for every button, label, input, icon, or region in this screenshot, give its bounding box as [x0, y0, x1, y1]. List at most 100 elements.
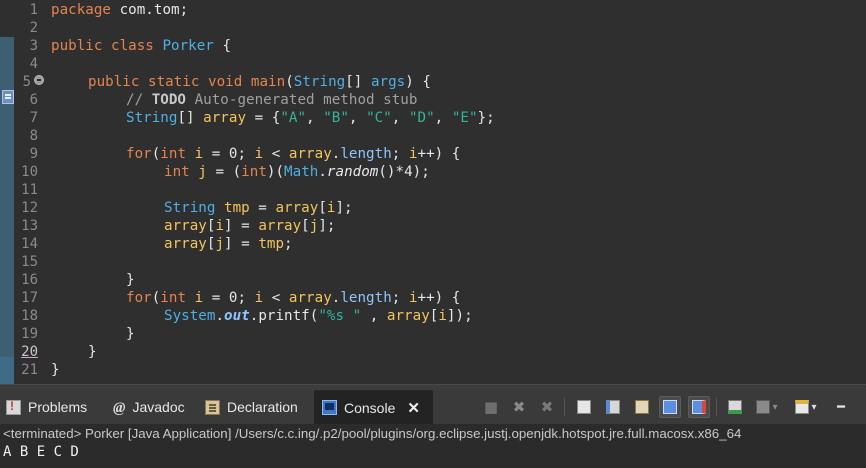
variable: array [288, 290, 332, 306]
clear-console-icon [577, 400, 591, 414]
bottom-panel-tabbar: Problems @ Javadoc Declaration Console ✕… [0, 390, 866, 424]
code-token: ( [285, 74, 294, 90]
code-token: , [391, 110, 409, 126]
tab-problems[interactable]: Problems [6, 390, 87, 424]
keyword: void [208, 74, 243, 90]
code-token: ]); [446, 308, 473, 324]
close-icon[interactable]: ✕ [407, 399, 420, 417]
tab-label: Declaration [227, 399, 298, 415]
remove-launch-button[interactable]: ✖ [508, 396, 530, 418]
pin-console-button[interactable] [724, 396, 746, 418]
tab-label: Console [344, 399, 396, 416]
display-console-icon [756, 400, 771, 414]
code-token: < [263, 146, 289, 162]
code-token: ( [151, 290, 161, 306]
variable: i [194, 146, 204, 162]
string-literal: "A" [280, 110, 307, 126]
variable: i [194, 290, 204, 306]
line-number: 11 [21, 182, 38, 198]
code-token: } [126, 326, 135, 342]
comment: // [126, 92, 152, 108]
keyword: class [111, 38, 154, 54]
parameter-name: args [370, 74, 406, 90]
remove-all-terminated-button[interactable]: ✖ [536, 396, 558, 418]
code-token: , [434, 110, 452, 126]
line-number: 9 [29, 146, 38, 162]
variable: i [408, 290, 418, 306]
line-number: 1 [29, 2, 38, 18]
string-literal: "D" [408, 110, 435, 126]
code-token: ]; [335, 200, 353, 216]
show-on-stderr-button[interactable] [688, 396, 710, 418]
line-number: 8 [29, 128, 38, 144]
line-number: 15 [21, 254, 38, 270]
keyword: public [88, 74, 140, 90]
variable: array [386, 308, 430, 324]
display-console-button[interactable]: ▾ [752, 396, 782, 418]
keyword: public [51, 38, 103, 54]
tab-javadoc[interactable]: @ Javadoc [113, 390, 185, 424]
code-line: for(int i = 0; i < array.length; i++) { [126, 145, 460, 163]
declaration-icon [205, 399, 220, 415]
line-number: 18 [21, 308, 38, 324]
line-number: 6 [29, 92, 38, 108]
keyword: int [164, 164, 190, 180]
tab-declaration[interactable]: Declaration [205, 390, 298, 424]
code-token: ; [391, 290, 409, 306]
line-number: 5 [22, 74, 31, 90]
string-literal: "E" [451, 110, 478, 126]
static-field: out [224, 308, 250, 324]
code-token: , [361, 308, 387, 324]
code-token: )( [266, 164, 285, 180]
code-token: ++) { [417, 146, 461, 162]
word-wrap-button[interactable] [631, 396, 653, 418]
method-name: main [250, 74, 286, 90]
scroll-lock-icon [606, 400, 620, 414]
code-token: ++) { [417, 290, 461, 306]
line-number: 4 [29, 56, 38, 72]
minimize-button[interactable]: ━ [830, 396, 852, 418]
problems-icon [6, 399, 21, 415]
tab-label: Problems [28, 399, 88, 415]
type-name: String [164, 200, 216, 216]
static-method: random [326, 164, 379, 180]
variable: i [254, 290, 264, 306]
clear-console-button[interactable] [573, 396, 595, 418]
class-name: Porker [162, 38, 214, 54]
open-console-button[interactable]: ▾ [790, 396, 822, 418]
variable: i [408, 146, 418, 162]
code-token: < [263, 290, 289, 306]
show-on-stdout-button[interactable] [659, 396, 681, 418]
console-output[interactable]: A B E C D [0, 443, 866, 468]
task-marker-icon[interactable] [2, 90, 14, 104]
line-number: 14 [21, 236, 38, 252]
code-token: ( [151, 146, 161, 162]
code-editor[interactable]: 1 2 3 4 5 6 7 8 9 10 11 12 13 14 15 16 1… [0, 0, 866, 384]
scroll-lock-button[interactable] [602, 396, 624, 418]
code-line: public class Porker { [51, 37, 231, 55]
line-number: 2 [29, 20, 38, 36]
keyword: int [160, 290, 187, 306]
variable: j [198, 164, 207, 180]
keyword: for [126, 146, 152, 162]
code-token: = 0; [203, 146, 255, 162]
code-token: com.tom; [111, 2, 189, 18]
code-token: ; [391, 146, 409, 162]
keyword: package [51, 2, 112, 18]
variable: tmp [224, 200, 250, 216]
variable: array [164, 218, 207, 234]
dropdown-icon: ▾ [772, 401, 778, 413]
tab-console[interactable]: Console ✕ [314, 390, 433, 424]
code-token: } [88, 344, 97, 360]
keyword: static [148, 74, 200, 90]
code-line: String tmp = array[i]; [164, 199, 353, 217]
code-line: package com.tom; [51, 1, 188, 19]
code-token: = 0; [203, 290, 255, 306]
code-token: ; [284, 236, 293, 252]
terminate-button[interactable]: ■ [480, 396, 502, 418]
code-token: , [348, 110, 367, 126]
